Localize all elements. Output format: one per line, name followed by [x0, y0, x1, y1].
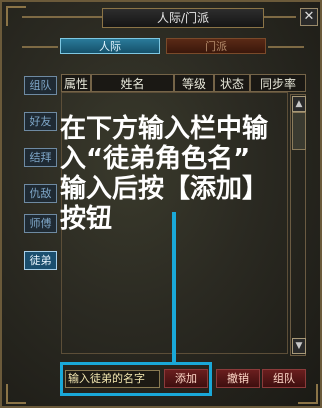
column-header-sync-rate[interactable]: 同步率: [250, 74, 306, 92]
instruction-overlay: 在下方输入栏中输 入“徒弟角色名” 输入后按【添加】 按钮: [60, 114, 320, 234]
column-header-attribute[interactable]: 属性: [61, 74, 91, 92]
disciple-name-input[interactable]: 输入徒弟的名字: [65, 370, 160, 388]
scroll-down-icon[interactable]: ▼: [292, 338, 306, 354]
team-button[interactable]: 组队: [262, 369, 306, 388]
column-header-name[interactable]: 姓名: [91, 74, 174, 92]
sidebar-item-enemies[interactable]: 仇敌: [24, 184, 57, 203]
column-header-level[interactable]: 等级: [174, 74, 214, 92]
title-ornament-right: [262, 16, 296, 26]
close-icon[interactable]: ✕: [300, 8, 318, 26]
add-button[interactable]: 添加: [164, 369, 208, 388]
column-header-status[interactable]: 状态: [214, 74, 250, 92]
tab-ornament-left: [22, 46, 58, 56]
tab-ornament-right: [268, 46, 304, 56]
sidebar-item-disciple[interactable]: 徒弟: [24, 251, 57, 270]
instruction-line: 按钮: [60, 204, 113, 234]
window-title: 人际/门派: [102, 8, 264, 28]
instruction-line: 入“徒弟角色名”: [60, 144, 251, 174]
frame-corner-bottom-left: [6, 384, 26, 404]
sidebar-item-team[interactable]: 组队: [24, 76, 57, 95]
sidebar-item-master[interactable]: 师傅: [24, 214, 57, 233]
title-ornament-left: [22, 16, 102, 26]
tab-sect[interactable]: 门派: [166, 38, 266, 54]
callout-pointer: [172, 212, 176, 362]
instruction-line: 在下方输入栏中输: [60, 114, 269, 144]
tab-social[interactable]: 人际: [60, 38, 160, 54]
cancel-button[interactable]: 撤销: [216, 369, 260, 388]
sidebar-item-sworn[interactable]: 结拜: [24, 148, 57, 167]
instruction-line: 输入后按【添加】: [60, 174, 269, 204]
scroll-up-icon[interactable]: ▲: [292, 96, 306, 112]
sidebar-item-friends[interactable]: 好友: [24, 112, 57, 131]
social-window: 人际/门派 ✕ 人际 门派 组队 好友 结拜 仇敌 师傅 徒弟 属性 姓名 等级…: [0, 0, 322, 408]
